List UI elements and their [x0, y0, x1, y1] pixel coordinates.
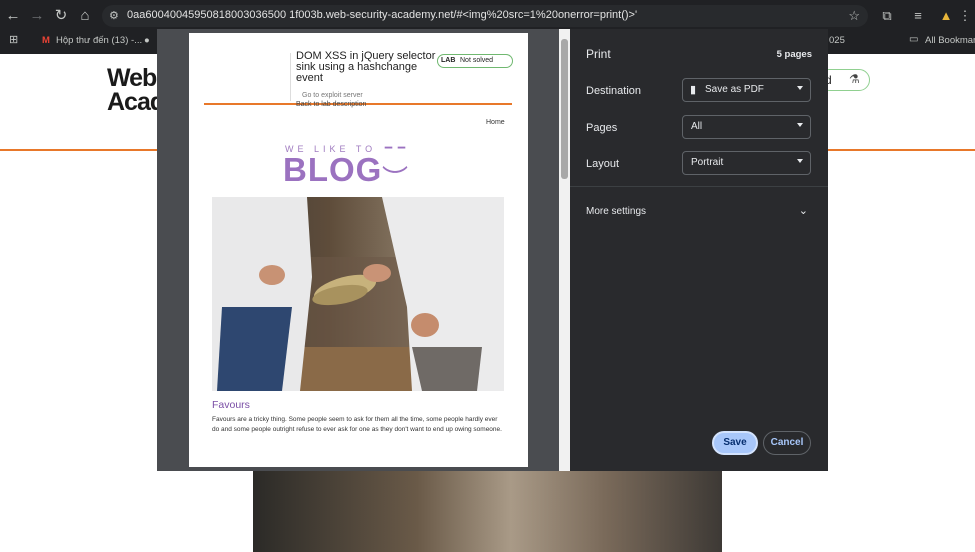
- flask-icon: ⚗: [849, 72, 860, 86]
- exploit-server-link[interactable]: Go to exploit server: [302, 92, 363, 99]
- background-photo: [253, 470, 722, 552]
- scroll-thumb[interactable]: [561, 39, 568, 179]
- blog-post-image: [212, 197, 504, 391]
- save-button[interactable]: Save: [712, 431, 758, 455]
- blog-logo: BLOG: [283, 151, 383, 188]
- page-count: 5 pages: [776, 49, 812, 60]
- preview-scrollbar[interactable]: [559, 29, 570, 471]
- reload-icon[interactable]: ↻: [51, 6, 71, 26]
- academy-logo: Web Acad: [107, 64, 165, 116]
- dropdown-caret-icon: [797, 86, 803, 90]
- extensions-icon[interactable]: ⧉: [877, 6, 897, 26]
- layout-select[interactable]: Portrait: [682, 151, 811, 175]
- bookmark-gmail[interactable]: Hộp thư đến (13) -...: [56, 35, 142, 46]
- site-info-icon[interactable]: ⚙: [109, 9, 119, 22]
- folder-icon: ▭: [909, 34, 919, 45]
- print-title: Print: [586, 47, 611, 61]
- dropdown-caret-icon: [797, 159, 803, 163]
- apps-grid-icon[interactable]: ⊞: [9, 33, 18, 46]
- all-bookmarks[interactable]: All Bookmarks: [925, 35, 975, 46]
- back-arrow-icon[interactable]: ←: [3, 6, 23, 26]
- pages-select[interactable]: All: [682, 115, 811, 139]
- post-summary: Favours are a tricky thing. Some people …: [212, 416, 502, 433]
- bookmark-star-icon[interactable]: ☆: [848, 8, 860, 24]
- bookmark-partial[interactable]: 025: [829, 35, 845, 46]
- back-to-description-link[interactable]: Back to lab description: [296, 101, 366, 108]
- handshake-money-illustration: [212, 197, 504, 391]
- preview-sheet: DOM XSS in jQuery selector sink using a …: [189, 33, 528, 467]
- menu-icon[interactable]: ⋮: [955, 6, 975, 26]
- print-settings-pane: Print 5 pages Destination ▮ Save as PDF …: [570, 29, 828, 471]
- layout-label: Layout: [586, 158, 620, 170]
- lab-title: DOM XSS in jQuery selector sink using a …: [296, 50, 436, 84]
- cancel-button[interactable]: Cancel: [763, 431, 811, 455]
- header-separator: [290, 53, 291, 101]
- home-link[interactable]: Home: [486, 119, 505, 126]
- globe-icon[interactable]: ●: [144, 35, 150, 46]
- media-control-icon[interactable]: ≡: [908, 6, 928, 26]
- destination-label: Destination: [586, 85, 642, 97]
- lab-status-badge: LAB Not solved: [437, 54, 513, 68]
- address-bar[interactable]: ⚙ 0aa60040045950818003036500 1f003b.web-…: [102, 5, 868, 27]
- gmail-icon: M: [42, 35, 50, 46]
- chevron-down-icon: ⌄: [798, 205, 808, 217]
- dropdown-caret-icon: [797, 123, 803, 127]
- post-title[interactable]: Favours: [212, 399, 250, 411]
- more-settings-toggle[interactable]: More settings ⌄: [570, 197, 828, 225]
- home-icon[interactable]: ⌂: [75, 6, 95, 26]
- destination-select[interactable]: ▮ Save as PDF: [682, 78, 811, 102]
- pages-label: Pages: [586, 122, 618, 134]
- profile-icon[interactable]: ▲: [936, 6, 956, 26]
- url-text: 0aa60040045950818003036500 1f003b.web-se…: [127, 9, 638, 21]
- settings-divider: [570, 186, 828, 187]
- forward-arrow-icon[interactable]: →: [27, 6, 47, 26]
- document-icon: ▮: [690, 84, 697, 96]
